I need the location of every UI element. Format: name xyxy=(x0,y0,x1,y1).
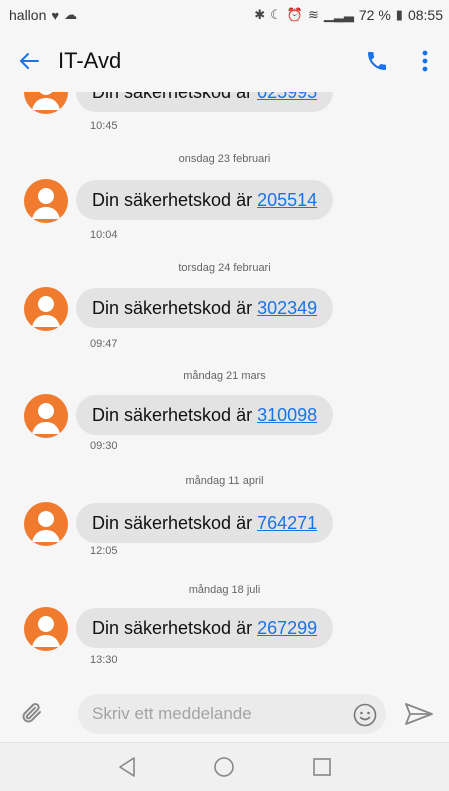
heart-notification-icon: ♥ xyxy=(51,7,60,23)
message-composer: Skriv ett meddelande xyxy=(0,684,449,742)
system-nav-bar xyxy=(0,742,449,791)
emoji-icon[interactable] xyxy=(353,703,377,727)
date-separator: måndag 18 juli xyxy=(188,584,261,596)
carrier-label: hallon xyxy=(9,7,47,23)
back-button[interactable] xyxy=(0,30,58,92)
battery-icon: ▮ xyxy=(395,7,403,22)
message-input-placeholder: Skriv ett meddelande xyxy=(92,704,252,723)
call-button[interactable] xyxy=(353,30,401,92)
person-icon xyxy=(32,92,60,110)
message-time: 09:47 xyxy=(90,338,118,350)
message-bubble[interactable]: Din säkerhetskod är 267299 xyxy=(76,608,334,648)
message-bubble[interactable]: Din säkerhetskod är 310098 xyxy=(76,395,334,435)
message-bubble[interactable]: Din säkerhetskod är 205514 xyxy=(76,180,334,220)
person-icon xyxy=(32,616,60,647)
message-text: Din säkerhetskod är xyxy=(92,92,252,103)
nav-recents-button[interactable] xyxy=(302,747,342,787)
contact-avatar xyxy=(24,502,68,546)
phone-icon xyxy=(368,52,386,70)
nav-back-button[interactable] xyxy=(107,747,147,787)
message-text: Din säkerhetskod är xyxy=(92,189,253,210)
code-link[interactable]: 764271 xyxy=(257,513,317,534)
message-thread[interactable]: Din säkerhetskod är 025995 10:45 onsdag … xyxy=(0,92,449,684)
nav-back-icon xyxy=(119,757,135,777)
overflow-menu-button[interactable] xyxy=(401,30,449,92)
code-link[interactable]: 310098 xyxy=(257,405,317,426)
paperclip-icon xyxy=(22,703,41,723)
contact-avatar xyxy=(24,287,68,331)
message-bubble[interactable]: Din säkerhetskod är 025995 xyxy=(76,92,334,112)
signal-icon: ▁▂▃ xyxy=(323,7,354,22)
date-separator: måndag 11 april xyxy=(185,475,264,487)
overflow-menu-icon xyxy=(422,50,428,72)
person-icon xyxy=(32,511,60,542)
alarm-icon: ⏰ xyxy=(286,7,303,22)
message-text: Din säkerhetskod är xyxy=(92,404,253,425)
date-separator: torsdag 24 februari xyxy=(178,262,271,274)
attach-button[interactable] xyxy=(0,684,66,742)
conversation-title: IT-Avd xyxy=(58,48,122,73)
wifi-icon: ≋ xyxy=(307,7,319,22)
message-time: 10:04 xyxy=(90,229,118,241)
clock: 08:55 xyxy=(407,7,443,23)
message-text: Din säkerhetskod är xyxy=(92,297,253,318)
contact-avatar xyxy=(24,394,68,438)
code-link[interactable]: 267299 xyxy=(257,618,317,639)
send-icon[interactable] xyxy=(404,701,434,727)
message-input[interactable]: Skriv ett meddelande xyxy=(78,694,386,734)
code-link[interactable]: 205514 xyxy=(257,190,317,211)
date-separator: onsdag 23 februari xyxy=(178,153,271,165)
message-time: 10:45 xyxy=(90,120,118,132)
do-not-disturb-icon: ☾ xyxy=(270,7,282,22)
message-time: 12:05 xyxy=(90,545,118,557)
date-separator: måndag 21 mars xyxy=(183,370,266,382)
contact-avatar xyxy=(24,179,68,223)
message-bubble[interactable]: Din säkerhetskod är 764271 xyxy=(76,503,334,543)
message-text: Din säkerhetskod är xyxy=(92,512,253,533)
message-text: Din säkerhetskod är xyxy=(92,617,253,638)
nav-recents-icon xyxy=(313,758,331,776)
person-icon xyxy=(32,188,60,219)
message-bubble[interactable]: Din säkerhetskod är 302349 xyxy=(76,288,334,328)
message-time: 09:30 xyxy=(90,440,118,452)
app-bar: IT-Avd xyxy=(0,30,449,92)
message-time: 13:30 xyxy=(90,654,118,666)
contact-avatar xyxy=(24,607,68,651)
nav-home-button[interactable] xyxy=(204,747,244,787)
code-link[interactable]: 302349 xyxy=(257,298,317,319)
person-icon xyxy=(32,296,60,327)
contact-avatar xyxy=(24,92,68,114)
person-icon xyxy=(32,403,60,434)
status-bar: hallon ♥ ☁ ✱ ☾ ⏰ ≋ ▁▂▃ 72 % ▮ 08:55 xyxy=(0,0,449,30)
nav-home-icon xyxy=(214,757,235,777)
back-arrow-icon xyxy=(20,53,39,69)
code-link[interactable]: 025995 xyxy=(257,92,317,103)
cloud-notification-icon: ☁ xyxy=(64,7,78,22)
battery-percent: 72 % xyxy=(358,7,391,23)
bluetooth-icon: ✱ xyxy=(254,7,266,22)
